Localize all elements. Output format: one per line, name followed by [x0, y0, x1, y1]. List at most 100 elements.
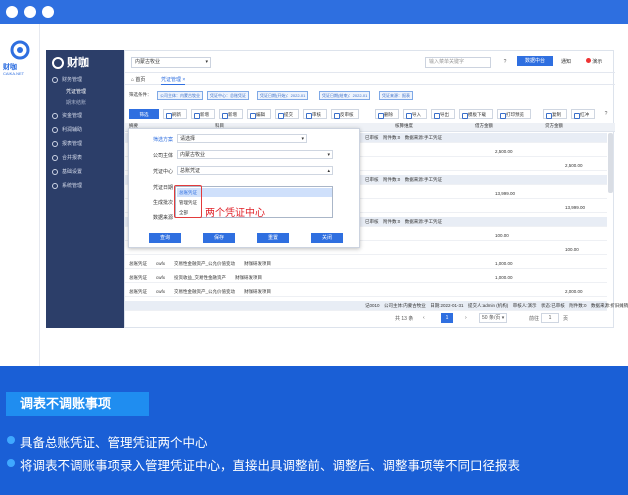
unaudit-button[interactable]: 反审核	[331, 109, 359, 119]
reset-button[interactable]: 重置	[257, 233, 289, 243]
chevron-down-icon: ▾	[301, 136, 304, 142]
table-row[interactable]: 记0010 公司主体:内蒙古牧业 日期:2022-01-31 提交人:admin…	[125, 301, 628, 311]
search-placeholder: 输入菜单关键字	[429, 59, 465, 65]
red-reverse-button[interactable]: 红冲	[571, 109, 595, 119]
edit-button[interactable]: 编辑	[247, 109, 271, 119]
company-select[interactable]: 内蒙古牧业 ▾	[177, 150, 333, 159]
goto-label: 前往	[529, 316, 540, 322]
goto-input[interactable]: 1	[541, 313, 559, 323]
delete-button[interactable]: 删除	[375, 109, 399, 119]
import-button[interactable]: 导入	[403, 109, 427, 119]
filter-button[interactable]: 筛选	[129, 109, 159, 119]
filter-chip[interactable]: 公司主体：内蒙古牧业	[157, 91, 203, 100]
pagination: 共 13 条 ‹ 1 › 50 条/页 ▾ 前往 1 页	[395, 313, 609, 325]
tab-voucher[interactable]: 凭证管理 ×	[161, 75, 186, 85]
row-text: 已审核 附件数:0 数据来源:手工凭证	[365, 219, 443, 224]
sidebar-item-label: 资金管理	[62, 113, 83, 119]
toolbar: 筛选 刷新 新增 新增 编辑 提交 审核 反审核 删除 导入 导出 模板下载 打…	[125, 107, 615, 121]
window-dot-icon	[42, 6, 54, 18]
template-download-button[interactable]: 模板下载	[459, 109, 493, 119]
scheme-select[interactable]: 请选择 ▾	[177, 134, 307, 143]
filter-chip[interactable]: 凭证日期(结束)：2022-01	[319, 91, 371, 100]
chevron-up-icon: ▴	[327, 168, 330, 174]
row-text: 总账凭证 cwfx 投资收益_交易性金融资产 财咖研发项目	[129, 275, 263, 280]
row-text: 已审核 附件数:0 数据来源:手工凭证	[365, 177, 443, 182]
notice-link[interactable]: 通知	[559, 57, 573, 67]
sidebar-item-label: 凭证管理	[66, 89, 87, 95]
help-icon[interactable]: ?	[601, 109, 611, 119]
current-page[interactable]: 1	[441, 313, 453, 323]
brand-column: 财咖 CAIKA.NET	[0, 24, 40, 366]
grid-scrollbar[interactable]	[608, 133, 613, 193]
table-row[interactable]: 总账凭证 cwfx 交易性金融资产_公允价值变动 财咖研发项目 1,000.00	[125, 259, 607, 269]
credit-cell: 100.00	[565, 247, 579, 252]
user-name: 演示	[592, 59, 603, 65]
row-text: 总账凭证 cwfx 交易性金融资产_公允价值变动 财咖研发项目	[129, 289, 272, 294]
user-menu[interactable]: 演示	[579, 57, 609, 67]
print-preview-button[interactable]: 打印预览	[497, 109, 531, 119]
voucher-center-select[interactable]: 总账凭证 ▴	[177, 166, 333, 175]
sidebar-item-label: 财务管理	[62, 77, 83, 83]
window-dot-icon	[24, 6, 36, 18]
dialog-field-label: 筛选方案	[152, 137, 173, 143]
org-select[interactable]: 内蒙古牧业 ▾	[131, 57, 211, 68]
help-icon[interactable]: ?	[501, 57, 509, 67]
sidebar-item-closing[interactable]: 期末结账	[46, 97, 124, 109]
brand-logo-icon	[10, 40, 30, 60]
copy-button[interactable]: 复制	[543, 109, 567, 119]
table-row[interactable]: 总账凭证 cwfx 交易性金融资产_公允价值变动 财咖研发项目 2,000.00	[125, 287, 607, 297]
sidebar-item-funds[interactable]: 资金管理	[46, 110, 124, 122]
search-input[interactable]: 输入菜单关键字	[425, 57, 491, 68]
window-dot-icon	[6, 6, 18, 18]
debit-cell: 1,000.00	[495, 275, 513, 280]
sidebar-item-profit[interactable]: 利润辅助	[46, 124, 124, 136]
refresh-button[interactable]: 刷新	[163, 109, 187, 119]
next-page-icon[interactable]: ›	[465, 315, 467, 321]
add-button[interactable]: 新增	[191, 109, 215, 119]
sidebar-item-label: 报表管理	[62, 141, 83, 147]
scheme-select-value: 请选择	[180, 136, 196, 142]
filter-chip[interactable]: 凭证日期(开始)：2022-01	[257, 91, 309, 100]
page-size-select[interactable]: 50 条/页 ▾	[479, 313, 508, 323]
feature-point-text: 具备总账凭证、管理凭证两个中心	[20, 436, 208, 450]
table-row[interactable]: 总账凭证 cwfx 投资收益_交易性金融资产 财咖研发项目 1,000.00	[125, 273, 607, 283]
header: 内蒙古牧业 ▾ 输入菜单关键字 ? 数据中台 通知 演示	[125, 51, 615, 73]
sidebar-item-reports[interactable]: 报表管理	[46, 138, 124, 150]
sidebar-item-consolidated[interactable]: 合并报表	[46, 152, 124, 164]
header-cell: 借方金额	[475, 123, 493, 128]
credit-cell: 2,500.00	[565, 163, 583, 168]
debit-cell: 13,999.00	[495, 191, 516, 196]
row-text: 总账凭证 cwfx 交易性金融资产_公允价值变动 财咖研发项目	[129, 261, 272, 266]
sidebar-item-finance[interactable]: 财务管理	[46, 74, 124, 86]
dialog-field-label: 凭证中心	[152, 169, 173, 175]
dialog-field-label: 生成批次	[152, 200, 173, 206]
query-button[interactable]: 查询	[149, 233, 181, 243]
tab-label: 首页	[135, 77, 146, 83]
logo-icon	[52, 57, 64, 70]
header-cell: 贷方金额	[545, 123, 563, 128]
submit-button[interactable]: 提交	[275, 109, 299, 119]
sidebar-item-system[interactable]: 系统管理	[46, 180, 124, 192]
prev-page-icon[interactable]: ‹	[423, 315, 425, 321]
highlight-box	[174, 185, 202, 218]
pager-total: 共 13 条	[395, 316, 414, 322]
credit-cell: 13,999.00	[565, 205, 586, 210]
company-select-value: 内蒙古牧业	[180, 152, 206, 158]
audit-button[interactable]: 审核	[303, 109, 327, 119]
feature-point: 具备总账凭证、管理凭证两个中心	[6, 432, 208, 451]
row-text: 已审核 附件数:0 数据来源:手工凭证	[365, 135, 443, 140]
feature-point: 将调表不调账事项录入管理凭证中心，直接出具调整前、调整后、调整事项等不同口径报表	[6, 455, 520, 474]
tab-home[interactable]: ⌂ 首页	[131, 75, 145, 85]
add-button[interactable]: 新增	[219, 109, 243, 119]
export-button[interactable]: 导出	[431, 109, 455, 119]
close-button[interactable]: 关闭	[311, 233, 343, 243]
data-center-button[interactable]: 数据中台	[517, 56, 553, 66]
flag-icon	[585, 58, 591, 63]
filter-chip[interactable]: 凭证来源：报表	[379, 91, 413, 100]
save-button[interactable]: 保存	[203, 233, 235, 243]
filter-chip[interactable]: 凭证中心：总账凭证	[207, 91, 249, 100]
sidebar-item-basic[interactable]: 基础设置	[46, 166, 124, 178]
sidebar-logo: 财咖	[52, 54, 118, 72]
consolidated-icon	[52, 155, 58, 161]
org-select-value: 内蒙古牧业	[135, 59, 161, 65]
